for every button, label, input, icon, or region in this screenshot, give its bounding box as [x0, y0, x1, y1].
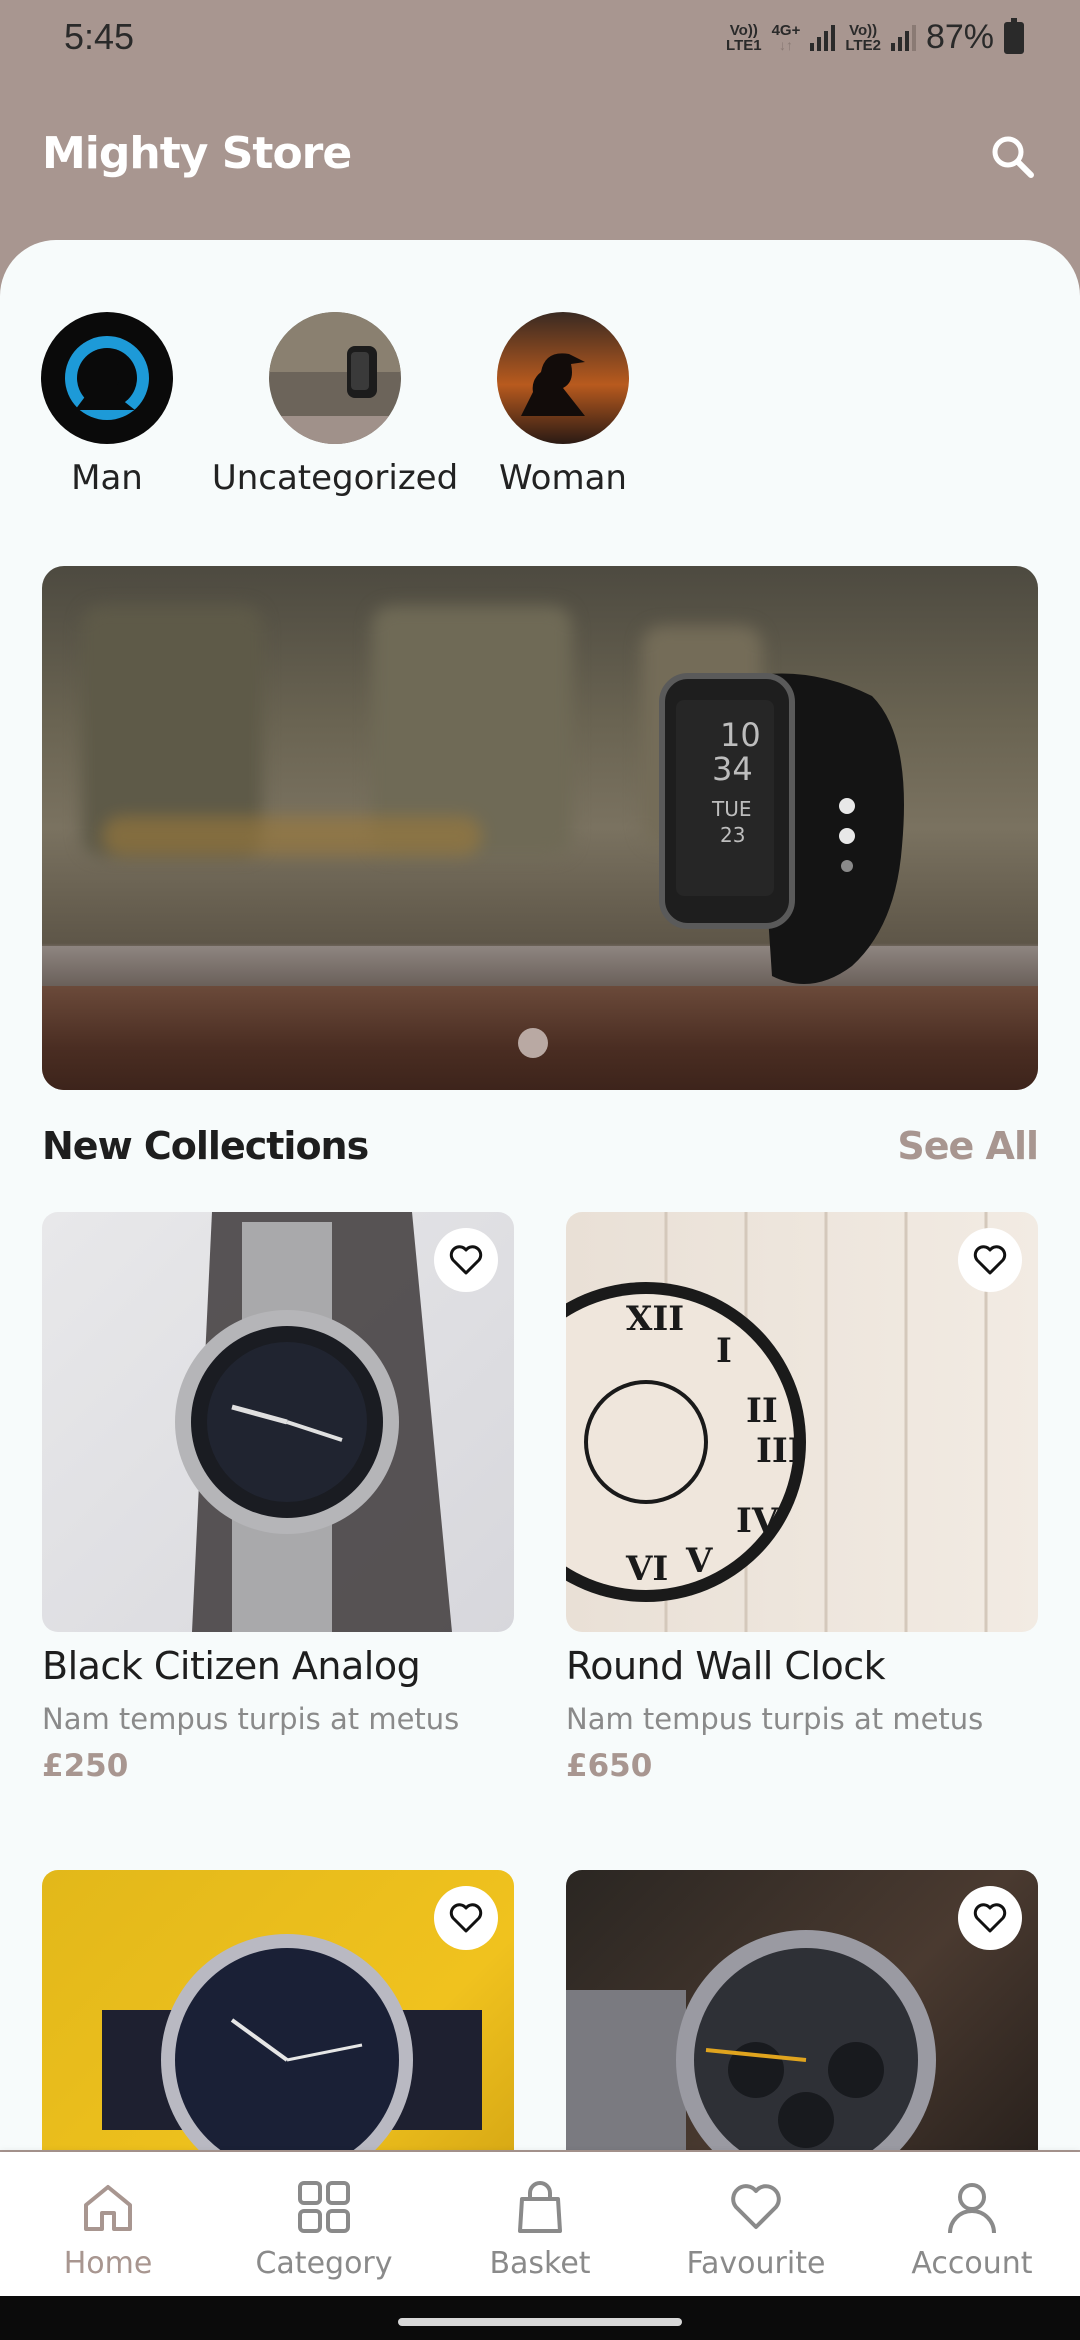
nav-item-favourite[interactable]: Favourite — [648, 2152, 864, 2296]
sim2-lte-label: LTE2 — [845, 36, 881, 54]
status-time: 5:45 — [64, 16, 135, 57]
nav-item-account[interactable]: Account — [864, 2152, 1080, 2296]
status-bar: 5:45 Vo)) LTE1 4G+ ↓↑ Vo)) LTE2 87% — [0, 0, 1080, 80]
category-label: Woman — [499, 458, 627, 498]
see-all-link[interactable]: See All — [897, 1124, 1039, 1168]
section-title: New Collections — [42, 1124, 369, 1168]
favourite-button[interactable] — [434, 1228, 498, 1292]
svg-text:XII: XII — [626, 1299, 684, 1339]
search-button[interactable] — [984, 128, 1040, 184]
product-card[interactable]: XII I II III IV V VI Round Wall Clock Nam te… — [566, 1212, 1038, 1784]
home-gesture-pill[interactable] — [398, 2318, 682, 2326]
user-icon — [948, 2183, 996, 2234]
new-collections-header: New Collections See All — [42, 1116, 1039, 1176]
category-label: Man — [71, 458, 143, 498]
watch-minutes: 34 — [712, 750, 753, 788]
battery-charging-icon — [1004, 17, 1024, 54]
category-avatar-man — [41, 312, 173, 444]
app-title: Mighty Store — [42, 128, 352, 179]
carousel-dot-active[interactable] — [518, 1028, 548, 1058]
heart-icon — [731, 2184, 781, 2229]
nav-label: Home — [63, 2246, 153, 2281]
network-type-label: 4G+ — [771, 21, 801, 39]
category-avatar-woman — [497, 312, 629, 444]
heart-icon — [449, 1903, 483, 1933]
product-name: Round Wall Clock — [566, 1644, 886, 1688]
sim2-volte-label: Vo)) — [849, 21, 878, 39]
sim1-volte-indicator: Vo)) LTE1 — [726, 23, 762, 53]
svg-text:I: I — [716, 1331, 732, 1371]
home-icon — [84, 2185, 132, 2231]
product-image — [566, 1870, 1038, 2150]
sim1-signal-icon — [810, 24, 836, 51]
main-content: Man Uncategorized Woman 10 34 TUE 23 New… — [0, 240, 1080, 2150]
watch-hours: 10 — [720, 716, 761, 754]
product-card[interactable]: Black Citizen Analog Nam tempus turpis a… — [42, 1212, 514, 1784]
search-icon — [992, 136, 1034, 178]
heart-icon — [973, 1903, 1007, 1933]
svg-text:IV: IV — [736, 1501, 779, 1541]
product-image — [42, 1870, 514, 2150]
category-item-man[interactable]: Man — [0, 312, 232, 498]
sim1-volte-label: Vo)) — [729, 21, 758, 39]
category-item-uncategorized[interactable]: Uncategorized — [210, 312, 460, 498]
category-item-woman[interactable]: Woman — [438, 312, 688, 498]
category-list: Man Uncategorized Woman — [0, 312, 1080, 512]
nav-label: Category — [255, 2246, 393, 2281]
category-avatar-uncategorized — [269, 312, 401, 444]
nav-label: Basket — [489, 2246, 591, 2281]
product-image — [42, 1212, 514, 1632]
favourite-button[interactable] — [434, 1886, 498, 1950]
promo-banner[interactable]: 10 34 TUE 23 — [42, 566, 1038, 1090]
sim2-volte-indicator: Vo)) LTE2 — [845, 23, 881, 53]
product-description: Nam tempus turpis at metus — [566, 1702, 984, 1736]
nav-item-category[interactable]: Category — [216, 2152, 432, 2296]
category-label: Uncategorized — [211, 458, 459, 498]
svg-text:V: V — [685, 1541, 713, 1581]
bottom-navigation: Home Category Basket Favourite Account — [0, 2152, 1080, 2296]
data-arrows-icon: ↓↑ — [778, 36, 793, 53]
sim2-signal-icon — [890, 24, 916, 51]
nav-item-basket[interactable]: Basket — [432, 2152, 648, 2296]
network-type-indicator: 4G+ ↓↑ — [772, 23, 801, 53]
product-card[interactable] — [42, 1870, 514, 2150]
svg-text:III: III — [756, 1431, 804, 1471]
product-price: £250 — [42, 1748, 129, 1784]
product-name: Black Citizen Analog — [42, 1644, 421, 1688]
product-description: Nam tempus turpis at metus — [42, 1702, 460, 1736]
smartwatch-image: 10 34 TUE 23 — [659, 673, 904, 984]
nav-label: Account — [911, 2246, 1033, 2281]
product-price: £650 — [566, 1748, 653, 1784]
product-card[interactable] — [566, 1870, 1038, 2150]
nav-item-home[interactable]: Home — [0, 2152, 216, 2296]
svg-text:VI: VI — [625, 1549, 668, 1589]
product-image: XII I II III IV V VI — [566, 1212, 1038, 1632]
grid-icon — [298, 2181, 350, 2233]
status-icons: Vo)) LTE1 4G+ ↓↑ Vo)) LTE2 87% — [726, 17, 1024, 57]
heart-icon — [973, 1245, 1007, 1275]
heart-icon — [449, 1245, 483, 1275]
sim1-lte-label: LTE1 — [726, 36, 762, 54]
favourite-button[interactable] — [958, 1228, 1022, 1292]
nav-label: Favourite — [686, 2246, 826, 2281]
watch-day: TUE — [711, 797, 752, 821]
favourite-button[interactable] — [958, 1886, 1022, 1950]
svg-text:II: II — [746, 1391, 778, 1431]
watch-date: 23 — [720, 823, 745, 847]
bag-icon — [518, 2181, 562, 2233]
battery-percentage: 87% — [925, 18, 994, 56]
